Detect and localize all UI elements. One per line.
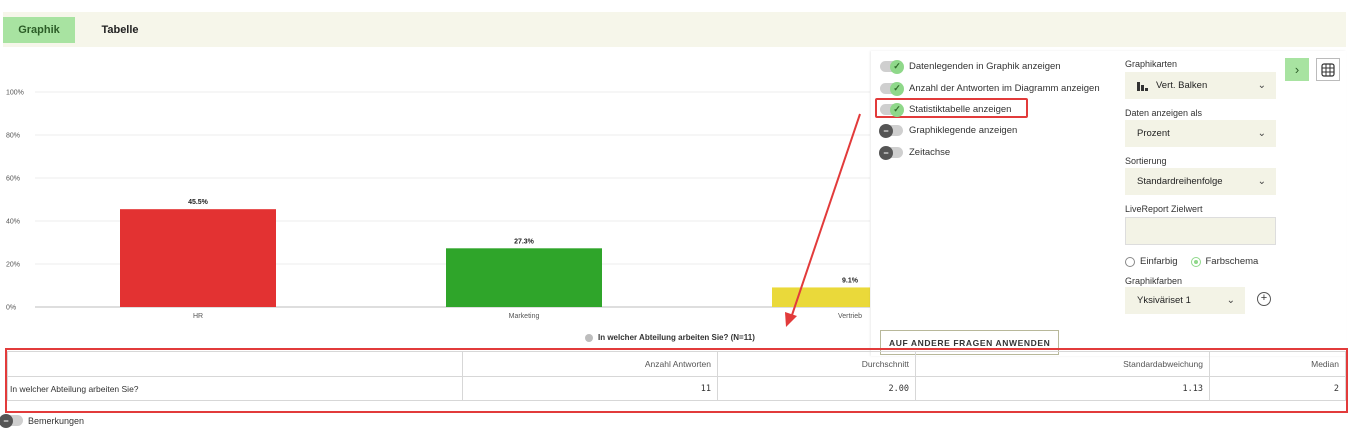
bar-value-label: 9.1% xyxy=(842,277,859,284)
check-icon: ✓ xyxy=(890,81,904,96)
colors-label: Graphikfarben xyxy=(1125,276,1183,286)
chart-type-value: Vert. Balken xyxy=(1156,80,1208,91)
colors-select[interactable]: Yksiväriset 1 ⌄ xyxy=(1125,287,1245,314)
add-color-button[interactable]: + xyxy=(1257,292,1271,306)
target-label: LiveReport Zielwert xyxy=(1125,204,1203,214)
toggle-answer-count[interactable]: ✓ Anzahl der Antworten im Diagramm anzei… xyxy=(880,81,1100,96)
tab-graphik[interactable]: Graphik xyxy=(3,17,75,43)
tab-bar: Graphik Tabelle xyxy=(3,12,1346,47)
minus-icon: − xyxy=(0,413,13,428)
next-button[interactable]: › xyxy=(1285,58,1309,81)
toggle-label: Anzahl der Antworten im Diagramm anzeige… xyxy=(909,83,1100,94)
bar-marketing xyxy=(446,248,602,307)
x-category-label: Marketing xyxy=(509,313,540,320)
chart-type-select[interactable]: Vert. Balken ⌄ xyxy=(1125,72,1276,99)
bar-chart: 0% 20% 40% 60% 80% 100% 45.5% HR 27.3% Marketing 9… xyxy=(6,90,870,320)
toggle-remarks[interactable]: − Bemerkungen xyxy=(0,413,85,428)
toggle-switch[interactable]: ✓ xyxy=(880,102,904,117)
radio-color-scheme[interactable] xyxy=(1190,256,1201,267)
sort-value: Standardreihenfolge xyxy=(1137,176,1223,187)
chevron-down-icon: ⌄ xyxy=(1257,80,1266,91)
radio-single-label: Einfarbig xyxy=(1140,256,1178,267)
x-category-label: HR xyxy=(193,313,203,320)
radio-single-color[interactable] xyxy=(1125,256,1135,267)
bar-value-label: 45.5% xyxy=(188,199,209,206)
bar-chart-icon xyxy=(1137,81,1149,91)
y-tick-label: 20% xyxy=(6,262,20,269)
y-tick-label: 100% xyxy=(6,90,24,97)
display-value: Prozent xyxy=(1137,128,1170,139)
sort-label: Sortierung xyxy=(1125,156,1167,166)
radio-scheme-label: Farbschema xyxy=(1205,256,1259,267)
x-category-label: Vertrieb xyxy=(838,313,862,320)
toggle-switch[interactable]: ✓ xyxy=(880,81,904,96)
highlight-frame-table xyxy=(5,348,1348,413)
chart-type-label: Graphikarten xyxy=(1125,59,1178,69)
chevron-down-icon: ⌄ xyxy=(1226,295,1235,306)
color-mode-radios: Einfarbig Farbschema xyxy=(1125,256,1258,267)
toggle-label: Statistiktabelle anzeigen xyxy=(909,104,1012,115)
toggle-chart-legend[interactable]: − Graphiklegende anzeigen xyxy=(879,123,1018,138)
y-tick-label: 80% xyxy=(6,133,20,140)
toggle-data-labels[interactable]: ✓ Datenlegenden in Graphik anzeigen xyxy=(880,59,1061,74)
chevron-down-icon: ⌄ xyxy=(1257,176,1266,187)
toggle-label: Zeitachse xyxy=(909,147,951,158)
chart-legend: In welcher Abteilung arbeiten Sie? (N=11… xyxy=(585,333,755,342)
legend-marker xyxy=(585,333,593,342)
bar-hr xyxy=(120,209,276,307)
chevron-right-icon: › xyxy=(1294,62,1300,77)
toggle-switch[interactable]: ✓ xyxy=(880,59,904,74)
y-tick-label: 60% xyxy=(6,176,20,183)
toggle-label: Graphiklegende anzeigen xyxy=(909,125,1018,136)
toggle-label: Datenlegenden in Graphik anzeigen xyxy=(909,61,1061,72)
minus-icon: − xyxy=(879,123,893,138)
colors-value: Yksiväriset 1 xyxy=(1137,295,1191,306)
y-tick-label: 40% xyxy=(6,219,20,226)
toggle-timeline[interactable]: − Zeitachse xyxy=(879,145,951,160)
toggle-switch[interactable]: − xyxy=(0,413,23,428)
table-settings-button[interactable] xyxy=(1316,58,1340,81)
table-edit-icon xyxy=(1321,62,1335,77)
remarks-label: Bemerkungen xyxy=(28,415,85,426)
plus-icon: + xyxy=(1260,292,1268,304)
chevron-down-icon: ⌄ xyxy=(1257,128,1266,139)
toggle-switch[interactable]: − xyxy=(879,145,903,160)
minus-icon: − xyxy=(879,145,893,160)
tab-tabelle[interactable]: Tabelle xyxy=(83,17,157,43)
sort-select[interactable]: Standardreihenfolge ⌄ xyxy=(1125,168,1276,195)
settings-panel: ✓ Datenlegenden in Graphik anzeigen ✓ An… xyxy=(871,51,1346,356)
check-icon: ✓ xyxy=(890,102,904,117)
toggle-stats-table[interactable]: ✓ Statistiktabelle anzeigen xyxy=(880,102,1012,117)
toggle-switch[interactable]: − xyxy=(879,123,903,138)
bar-vertrieb xyxy=(772,287,870,307)
bar-value-label: 27.3% xyxy=(514,238,535,245)
y-tick-label: 0% xyxy=(6,305,16,312)
display-select[interactable]: Prozent ⌄ xyxy=(1125,120,1276,147)
check-icon: ✓ xyxy=(890,59,904,74)
legend-label: In welcher Abteilung arbeiten Sie? (N=11… xyxy=(598,333,755,342)
display-label: Daten anzeigen als xyxy=(1125,108,1203,118)
target-input[interactable] xyxy=(1125,217,1276,245)
